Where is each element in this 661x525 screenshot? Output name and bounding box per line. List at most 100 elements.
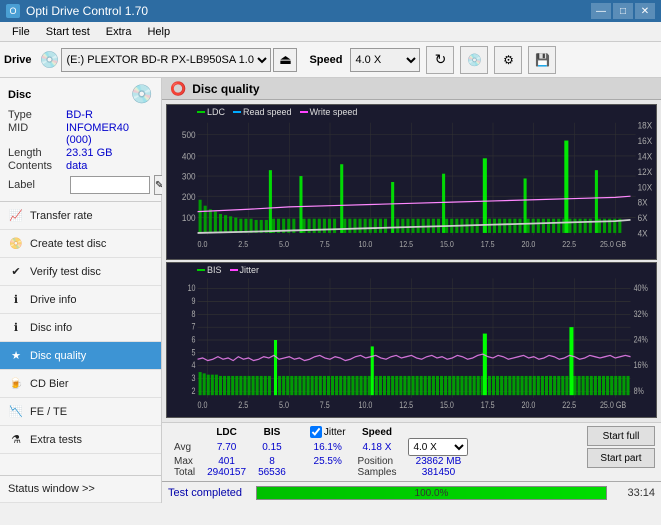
svg-text:12.5: 12.5 bbox=[399, 400, 413, 410]
progress-label: 100.0% bbox=[257, 487, 606, 500]
speed-label: Speed bbox=[309, 54, 342, 66]
app-icon: O bbox=[6, 4, 20, 18]
svg-text:8: 8 bbox=[192, 309, 196, 319]
start-full-button[interactable]: Start full bbox=[587, 426, 655, 446]
svg-text:0.0: 0.0 bbox=[198, 240, 208, 250]
legend-readspeed: Read speed bbox=[243, 107, 292, 117]
length-label: Length bbox=[8, 147, 66, 159]
svg-text:2.5: 2.5 bbox=[238, 400, 248, 410]
cd-bier-icon: 🍺 bbox=[8, 376, 24, 392]
create-test-disc-icon: 📀 bbox=[8, 236, 24, 252]
eject-button[interactable]: ⏏ bbox=[273, 48, 297, 72]
nav-label-disc-quality: Disc quality bbox=[30, 350, 86, 362]
svg-text:10: 10 bbox=[188, 283, 196, 293]
start-buttons: Start full Start part bbox=[587, 426, 655, 468]
position-val: 23862 MB bbox=[402, 456, 474, 467]
chart2-legend: BIS Jitter bbox=[197, 265, 259, 275]
close-button[interactable]: ✕ bbox=[635, 3, 655, 19]
svg-text:400: 400 bbox=[182, 151, 196, 162]
progress-bar: 100.0% bbox=[256, 486, 607, 500]
svg-text:25.0 GB: 25.0 GB bbox=[600, 240, 626, 250]
svg-text:22.5: 22.5 bbox=[562, 240, 576, 250]
legend-writespeed: Write speed bbox=[310, 107, 358, 117]
legend-ldc: LDC bbox=[207, 107, 225, 117]
progress-bar-container: Test completed 100.0% 33:14 bbox=[162, 481, 661, 503]
svg-text:4: 4 bbox=[192, 360, 196, 370]
status-window-button[interactable]: Status window >> bbox=[0, 475, 161, 503]
nav-disc-quality[interactable]: ★ Disc quality bbox=[0, 342, 161, 370]
svg-text:15.0: 15.0 bbox=[440, 240, 454, 250]
nav-verify-test-disc[interactable]: ✔ Verify test disc bbox=[0, 258, 161, 286]
avg-bis: 0.15 bbox=[252, 438, 292, 456]
menu-bar: File Start test Extra Help bbox=[0, 22, 661, 42]
disc-button[interactable]: 💿 bbox=[460, 46, 488, 74]
nav-fe-te[interactable]: 📉 FE / TE bbox=[0, 398, 161, 426]
menu-start-test[interactable]: Start test bbox=[38, 24, 98, 40]
status-window-label: Status window >> bbox=[8, 483, 95, 495]
nav-transfer-rate[interactable]: 📈 Transfer rate bbox=[0, 202, 161, 230]
stats-table: LDC BIS Jitter Speed Avg 7.70 0.15 bbox=[168, 426, 474, 478]
svg-text:5.0: 5.0 bbox=[279, 400, 289, 410]
position-label: Position bbox=[352, 456, 403, 467]
svg-text:7: 7 bbox=[192, 322, 196, 332]
minimize-button[interactable]: — bbox=[591, 3, 611, 19]
chart2-svg: 10 9 8 7 6 5 4 3 2 40% 32% 24% 16% 8% bbox=[167, 263, 656, 417]
nav-cd-bier[interactable]: 🍺 CD Bier bbox=[0, 370, 161, 398]
nav-label-verify-test-disc: Verify test disc bbox=[30, 266, 101, 278]
jitter-checkbox[interactable] bbox=[310, 426, 322, 438]
speed-col-header: Speed bbox=[352, 426, 403, 438]
drive-select[interactable]: (E:) PLEXTOR BD-R PX-LB950SA 1.06 bbox=[61, 48, 271, 72]
start-part-button[interactable]: Start part bbox=[587, 448, 655, 468]
nav-extra-tests[interactable]: ⚗ Extra tests bbox=[0, 426, 161, 454]
svg-text:22.5: 22.5 bbox=[562, 400, 576, 410]
menu-extra[interactable]: Extra bbox=[98, 24, 140, 40]
label-input[interactable] bbox=[70, 176, 150, 194]
svg-text:32%: 32% bbox=[634, 309, 648, 319]
maximize-button[interactable]: □ bbox=[613, 3, 633, 19]
contents-value: data bbox=[66, 160, 87, 172]
svg-text:10.0: 10.0 bbox=[359, 240, 373, 250]
nav-create-test-disc[interactable]: 📀 Create test disc bbox=[0, 230, 161, 258]
svg-text:6X: 6X bbox=[638, 213, 648, 224]
nav-disc-info[interactable]: ℹ Disc info bbox=[0, 314, 161, 342]
svg-text:12X: 12X bbox=[638, 166, 653, 177]
jitter-label: Jitter bbox=[324, 427, 346, 438]
nav-label-transfer-rate: Transfer rate bbox=[30, 210, 93, 222]
samples-label: Samples bbox=[352, 467, 403, 478]
svg-text:17.5: 17.5 bbox=[481, 240, 495, 250]
nav-drive-info[interactable]: ℹ Drive info bbox=[0, 286, 161, 314]
fe-te-icon: 📉 bbox=[8, 404, 24, 420]
nav-label-disc-info: Disc info bbox=[30, 322, 72, 334]
refresh-button[interactable]: ↻ bbox=[426, 46, 454, 74]
svg-text:5.0: 5.0 bbox=[279, 240, 289, 250]
toolbar: Drive 💿 (E:) PLEXTOR BD-R PX-LB950SA 1.0… bbox=[0, 42, 661, 78]
svg-text:500: 500 bbox=[182, 130, 196, 141]
svg-text:20.0: 20.0 bbox=[522, 240, 536, 250]
svg-text:6: 6 bbox=[192, 335, 196, 345]
svg-text:24%: 24% bbox=[634, 335, 648, 345]
speed-avg-select[interactable]: 4.0 X bbox=[408, 438, 468, 456]
svg-text:0.0: 0.0 bbox=[198, 400, 208, 410]
save-button[interactable]: 💾 bbox=[528, 46, 556, 74]
disc-quality-icon: ★ bbox=[8, 348, 24, 364]
avg-label: Avg bbox=[168, 438, 201, 456]
svg-text:40%: 40% bbox=[634, 283, 648, 293]
nav-label-fe-te: FE / TE bbox=[30, 406, 67, 418]
avg-ldc: 7.70 bbox=[201, 438, 252, 456]
svg-text:18X: 18X bbox=[638, 120, 653, 131]
svg-text:300: 300 bbox=[182, 171, 196, 182]
menu-help[interactable]: Help bbox=[139, 24, 178, 40]
nav-label-cd-bier: CD Bier bbox=[30, 378, 69, 390]
svg-text:8X: 8X bbox=[638, 197, 648, 208]
speed-select[interactable]: 4.0 X bbox=[350, 48, 420, 72]
svg-text:17.5: 17.5 bbox=[481, 400, 495, 410]
main-area: Disc 💿 Type BD-R MID INFOMER40 (000) Len… bbox=[0, 78, 661, 503]
svg-text:200: 200 bbox=[182, 191, 196, 202]
settings-button[interactable]: ⚙ bbox=[494, 46, 522, 74]
svg-text:7.5: 7.5 bbox=[320, 400, 330, 410]
menu-file[interactable]: File bbox=[4, 24, 38, 40]
samples-val: 381450 bbox=[402, 467, 474, 478]
extra-tests-icon: ⚗ bbox=[8, 432, 24, 448]
content-icon: ⭕ bbox=[170, 81, 186, 97]
total-bis: 56536 bbox=[252, 467, 292, 478]
